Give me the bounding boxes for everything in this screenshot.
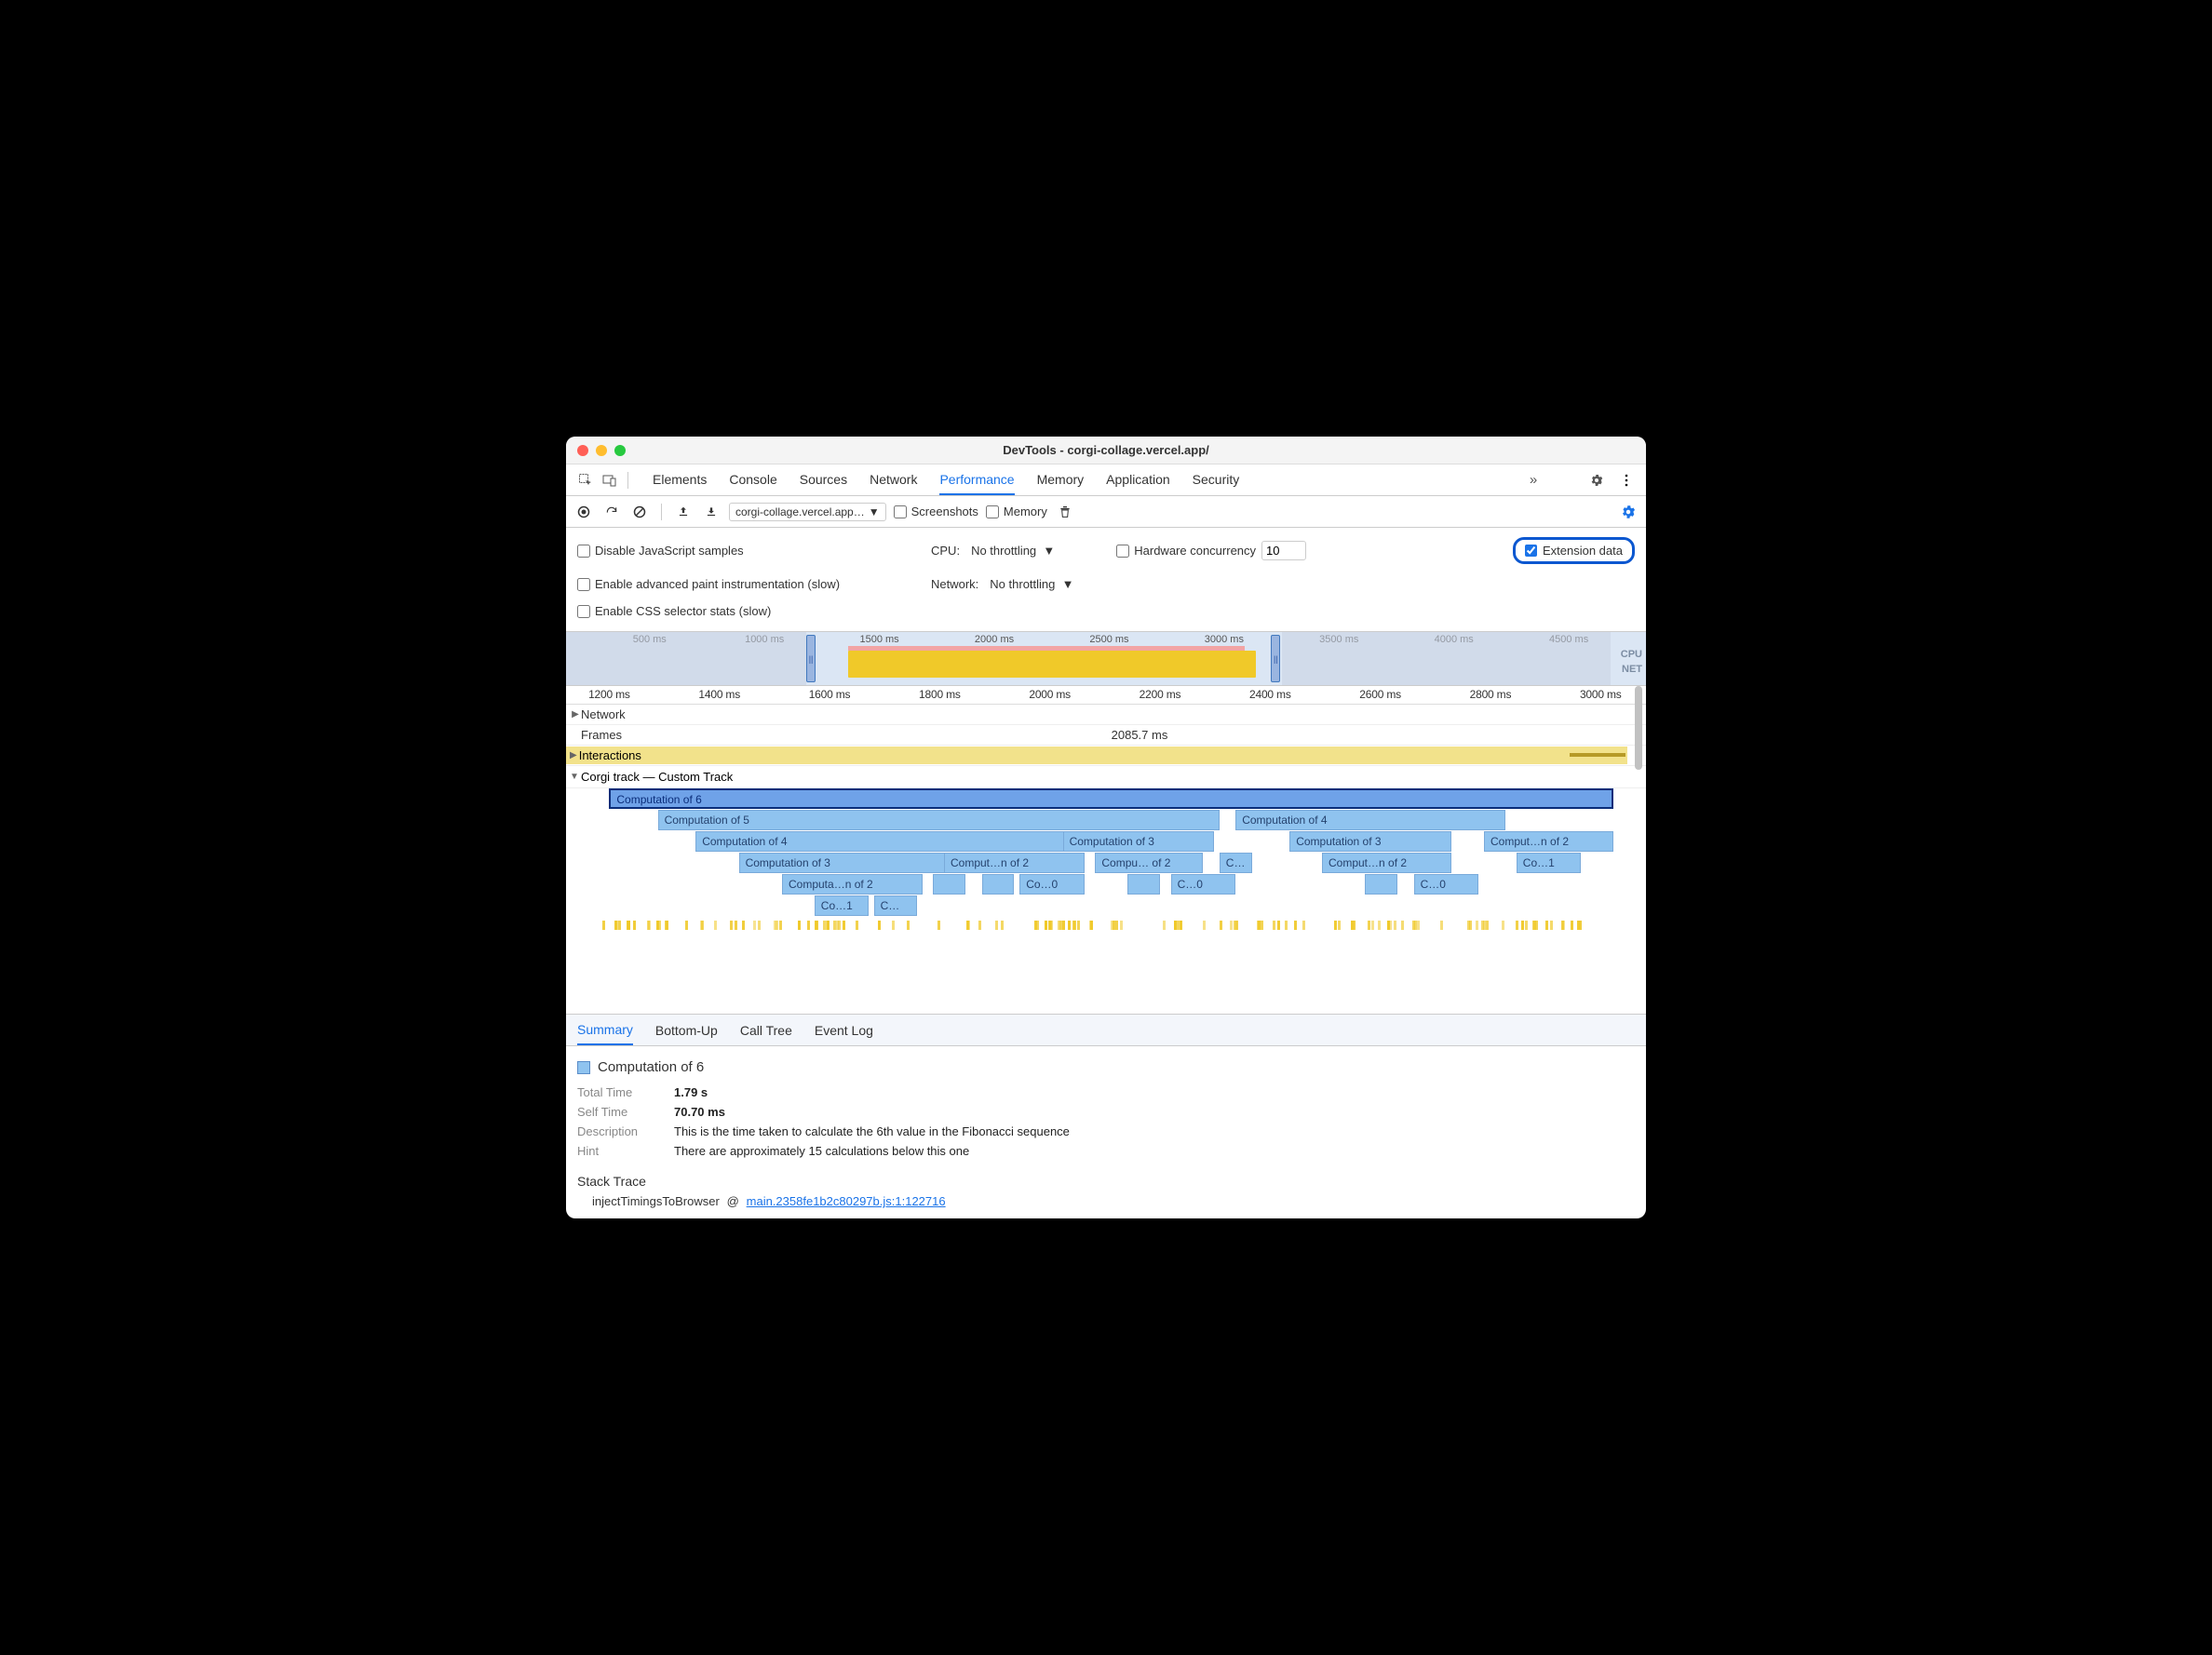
garbage-collect-icon[interactable]	[1055, 502, 1075, 522]
stack-source-link[interactable]: main.2358fe1b2c80297b.js:1:122716	[747, 1194, 946, 1208]
flame-block[interactable]: Computation of 3	[1063, 831, 1214, 852]
flame-block[interactable]: C…0	[1414, 874, 1479, 895]
cpu-throttle-select[interactable]: No throttling ▼	[965, 542, 1060, 559]
tab-sources[interactable]: Sources	[800, 465, 847, 495]
css-stats-checkbox[interactable]: Enable CSS selector stats (slow)	[577, 604, 771, 618]
flame-block[interactable]: Co…1	[1517, 853, 1582, 873]
window-title: DevTools - corgi-collage.vercel.app/	[566, 443, 1646, 457]
flame-block[interactable]: Computation of 6	[609, 788, 1613, 809]
flame-block[interactable]: Computa…n of 2	[782, 874, 923, 895]
download-icon[interactable]	[701, 502, 722, 522]
dtab-bottomup[interactable]: Bottom-Up	[655, 1016, 718, 1044]
screenshots-checkbox[interactable]: Screenshots	[894, 505, 978, 518]
flame-block[interactable]: Computation of 4	[695, 831, 1085, 852]
titlebar: DevTools - corgi-collage.vercel.app/	[566, 437, 1646, 464]
inspect-icon[interactable]	[573, 468, 598, 492]
overview-handle-right[interactable]: ||	[1271, 635, 1280, 682]
tab-security[interactable]: Security	[1193, 465, 1240, 495]
flame-block[interactable]: Comput…n of 2	[1484, 831, 1613, 852]
overview-activity	[848, 651, 1256, 678]
time-ruler[interactable]: 1200 ms 1400 ms 1600 ms 1800 ms 2000 ms …	[566, 686, 1646, 705]
clear-button[interactable]	[629, 502, 650, 522]
timeline-overview[interactable]: 500 ms 1000 ms 1500 ms 2000 ms 2500 ms 3…	[566, 632, 1646, 686]
flame-block[interactable]: Co…1	[815, 895, 869, 916]
performance-toolbar: corgi-collage.vercel.app…▼ Screenshots M…	[566, 496, 1646, 528]
color-swatch	[577, 1061, 590, 1074]
disable-js-checkbox[interactable]: Disable JavaScript samples	[577, 544, 744, 558]
flame-block[interactable]: Computation of 5	[658, 810, 1220, 830]
dtab-eventlog[interactable]: Event Log	[815, 1016, 873, 1044]
tab-elements[interactable]: Elements	[653, 465, 707, 495]
flame-block[interactable]: C…	[1220, 853, 1252, 873]
flame-scrollbar[interactable]	[1631, 686, 1644, 1014]
interactions-track[interactable]: ▶Interactions	[566, 746, 1646, 766]
flame-block[interactable]: Computation of 4	[1235, 810, 1505, 830]
device-toggle-icon[interactable]	[598, 468, 622, 492]
tab-application[interactable]: Application	[1106, 465, 1170, 495]
network-throttle-select[interactable]: No throttling ▼	[984, 575, 1079, 593]
detail-summary: Computation of 6 Total Time1.79 s Self T…	[566, 1046, 1646, 1218]
flame-pane: 1200 ms 1400 ms 1600 ms 1800 ms 2000 ms …	[566, 686, 1646, 1015]
devtools-window: DevTools - corgi-collage.vercel.app/ Ele…	[566, 437, 1646, 1218]
tab-network[interactable]: Network	[870, 465, 917, 495]
more-tabs-icon[interactable]: »	[1521, 468, 1545, 492]
network-track-header[interactable]: ▶Network	[566, 705, 1646, 725]
flame-block[interactable]: Compu… of 2	[1095, 853, 1203, 873]
record-button[interactable]	[573, 502, 594, 522]
devtools-tabs: Elements Console Sources Network Perform…	[566, 464, 1646, 496]
tab-console[interactable]: Console	[729, 465, 776, 495]
custom-track-header[interactable]: ▼Corgi track — Custom Track	[566, 766, 1646, 788]
advanced-paint-checkbox[interactable]: Enable advanced paint instrumentation (s…	[577, 577, 840, 591]
capture-settings-panel: Disable JavaScript samples CPU: No throt…	[566, 528, 1646, 632]
recording-selector[interactable]: corgi-collage.vercel.app…▼	[729, 503, 886, 521]
detail-tabs: Summary Bottom-Up Call Tree Event Log	[566, 1015, 1646, 1046]
stack-trace-line: injectTimingsToBrowser @ main.2358fe1b2c…	[577, 1194, 1635, 1209]
kebab-menu-icon[interactable]	[1614, 468, 1639, 492]
flame-chart[interactable]: Computation of 6Computation of 5Computat…	[566, 788, 1646, 1014]
flame-block[interactable]: Comput…n of 2	[944, 853, 1085, 873]
stack-trace-title: Stack Trace	[577, 1174, 1635, 1189]
flame-block[interactable]	[933, 874, 965, 895]
frames-track[interactable]: Frames 2085.7 ms	[566, 725, 1646, 746]
main-tabs: Elements Console Sources Network Perform…	[653, 465, 1239, 495]
dtab-summary[interactable]: Summary	[577, 1016, 633, 1045]
flame-block[interactable]: C…0	[1171, 874, 1236, 895]
tab-performance[interactable]: Performance	[939, 465, 1014, 495]
flame-block[interactable]: C…	[874, 895, 917, 916]
memory-checkbox[interactable]: Memory	[986, 505, 1047, 518]
capture-settings-gear-icon[interactable]	[1618, 502, 1639, 522]
flame-block[interactable]	[1365, 874, 1397, 895]
hw-concurrency-checkbox[interactable]: Hardware concurrency	[1116, 544, 1256, 558]
flame-block[interactable]: Co…0	[1019, 874, 1085, 895]
extension-data-checkbox[interactable]: Extension data	[1513, 537, 1635, 564]
settings-gear-icon[interactable]	[1585, 468, 1609, 492]
flame-block[interactable]: Computation of 3	[739, 853, 955, 873]
flame-block[interactable]	[1127, 874, 1160, 895]
flame-block[interactable]: Comput…n of 2	[1322, 853, 1451, 873]
overview-handle-left[interactable]: ||	[806, 635, 816, 682]
dtab-calltree[interactable]: Call Tree	[740, 1016, 792, 1044]
tab-memory[interactable]: Memory	[1037, 465, 1085, 495]
hw-concurrency-input[interactable]	[1261, 541, 1306, 560]
flame-block[interactable]: Computation of 3	[1289, 831, 1451, 852]
detail-title-text: Computation of 6	[598, 1059, 704, 1075]
upload-icon[interactable]	[673, 502, 694, 522]
flame-block[interactable]	[982, 874, 1015, 895]
reload-record-button[interactable]	[601, 502, 622, 522]
